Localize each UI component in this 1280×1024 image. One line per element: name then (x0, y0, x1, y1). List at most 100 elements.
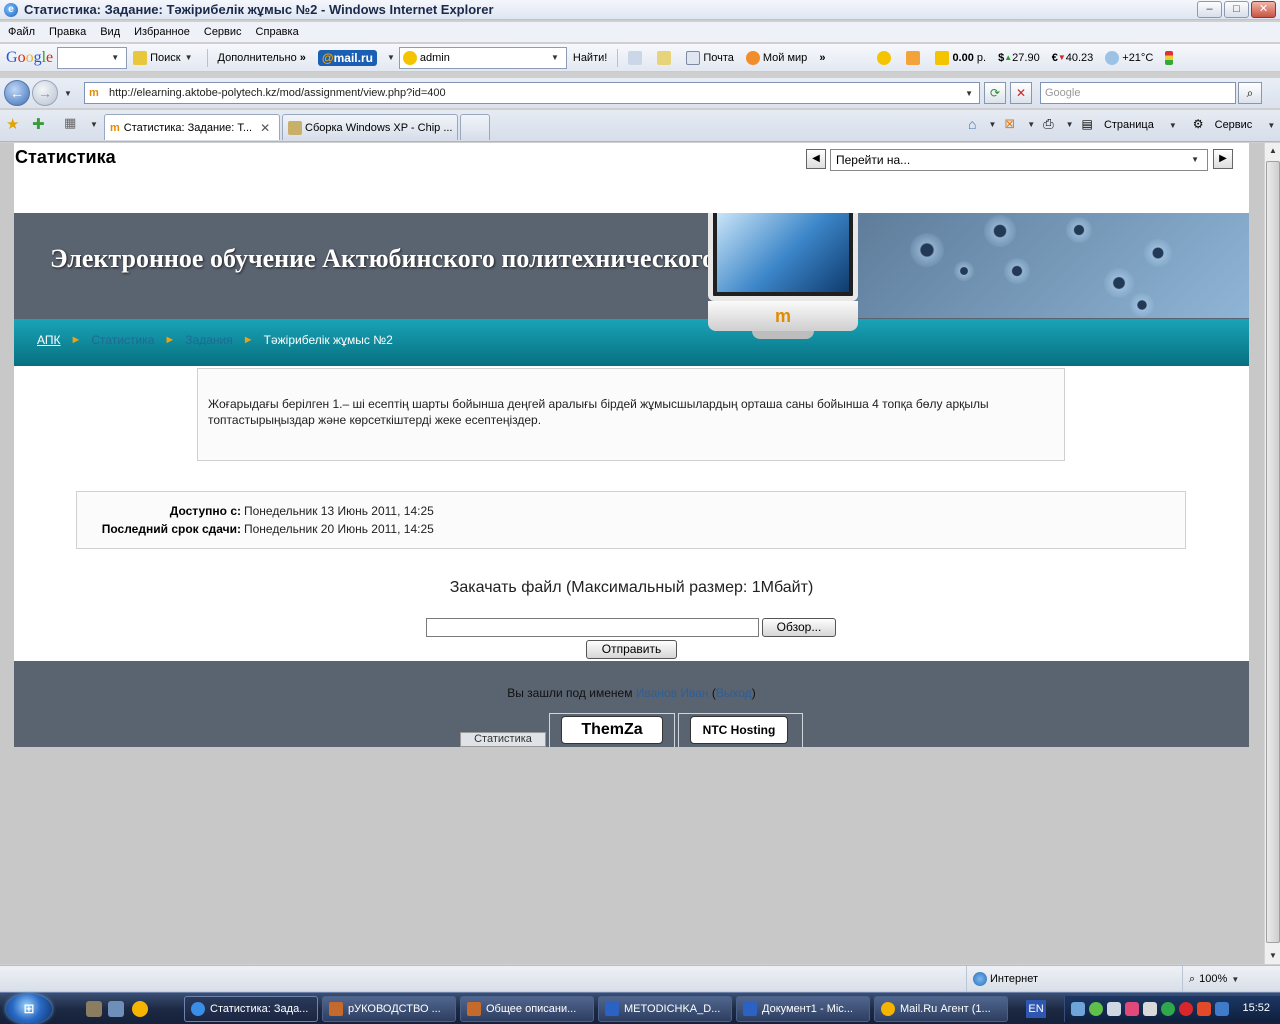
maximize-button[interactable]: □ (1224, 1, 1249, 18)
menu-view[interactable]: Вид (100, 26, 120, 38)
zoom-icon: ⌕ (1189, 972, 1196, 985)
tab-list-dropdown-icon[interactable]: ▼ (90, 120, 98, 129)
search-go-button[interactable]: ⌕ (1238, 82, 1262, 104)
mail-agent-quicklaunch-icon[interactable] (132, 1001, 148, 1017)
display-icon[interactable] (1215, 1002, 1229, 1016)
taskbar-item-word-guide[interactable]: рУКОВОДСТВО ... (322, 996, 456, 1022)
chat-icon[interactable] (1089, 1002, 1103, 1016)
jump-prev-button[interactable]: ◀ (806, 149, 826, 169)
feeds-icon[interactable]: ⊠ (1004, 116, 1015, 132)
home-icon[interactable]: ⌂ (968, 116, 976, 132)
close-window-button[interactable]: ✕ (1251, 1, 1276, 18)
language-indicator[interactable]: EN (1026, 1000, 1046, 1018)
icq-icon[interactable] (1161, 1002, 1175, 1016)
find-button[interactable]: Найти! (573, 52, 607, 64)
user-profile-link[interactable]: Иванов Иван (636, 686, 709, 700)
taskbar-item-ie[interactable]: Статистика: Зада... (184, 996, 318, 1022)
zoom-control[interactable]: ⌕ 100% ▼ (1182, 966, 1264, 992)
browse-button[interactable]: Обзор... (762, 618, 836, 637)
jump-to-select[interactable]: Перейти на... ▼ (830, 149, 1208, 171)
breadcrumb-home-link[interactable]: АПК (37, 333, 60, 347)
security-zone[interactable]: Интернет (966, 966, 1182, 992)
font-size-button[interactable] (628, 50, 645, 65)
toolbar-overflow-button[interactable]: » (819, 52, 825, 64)
ntc-hosting-badge[interactable]: NTC Hosting (678, 713, 803, 747)
taskbar-item-overview[interactable]: Общее описани... (460, 996, 594, 1022)
new-tab-button[interactable] (460, 114, 490, 140)
live-search-input[interactable]: Google (1040, 82, 1236, 104)
vertical-scrollbar[interactable]: ▲ ▼ (1264, 143, 1280, 964)
show-desktop-icon[interactable] (86, 1001, 102, 1017)
history-dropdown-icon[interactable]: ▼ (64, 89, 72, 98)
balance-widget[interactable]: 0.00 р. (935, 50, 986, 65)
add-favorites-icon[interactable]: ✚ (32, 115, 45, 133)
toolbar-more-button[interactable]: Дополнительно » (218, 52, 306, 64)
music-button[interactable] (906, 50, 923, 65)
breadcrumb-assignments-link[interactable]: Задания (185, 333, 232, 347)
jump-next-button[interactable]: ▶ (1213, 149, 1233, 169)
menu-favorites[interactable]: Избранное (134, 26, 190, 38)
mymir-button[interactable]: Мой мир (745, 50, 807, 65)
submit-button[interactable]: Отправить (586, 640, 677, 659)
app-tray-icon[interactable] (1125, 1002, 1139, 1016)
close-tab-icon[interactable]: ✕ (260, 121, 270, 135)
mailru-search-input[interactable]: admin ▼ (398, 46, 567, 69)
chevron-down-icon[interactable]: ▼ (988, 120, 996, 129)
traffic-button[interactable] (1165, 50, 1176, 65)
agent-button[interactable] (877, 50, 894, 65)
scrollbar-thumb[interactable] (1266, 161, 1280, 943)
address-url[interactable]: http://elearning.aktobe-polytech.kz/mod/… (109, 87, 446, 99)
page-menu-button[interactable]: ▤ Страница ▼ (1082, 117, 1185, 131)
highlight-button[interactable] (657, 50, 674, 65)
taskbar-item-label: Общее описани... (486, 1003, 577, 1015)
tools-menu-button[interactable]: ⚙ Сервис ▼ (1193, 117, 1280, 131)
file-path-input[interactable] (426, 618, 759, 637)
chevron-down-icon[interactable]: ▼ (1066, 120, 1074, 129)
themza-badge[interactable]: ThemZa (549, 713, 675, 747)
mailru-logo[interactable]: @mail.ru (317, 49, 377, 66)
chevron-down-icon[interactable]: ▼ (387, 53, 395, 62)
forward-button[interactable]: → (32, 80, 58, 106)
menu-edit[interactable]: Правка (49, 26, 86, 38)
tab-windows-xp[interactable]: Сборка Windows XP - Chip ... (282, 114, 458, 140)
stop-button[interactable]: ✕ (1010, 82, 1032, 104)
print-icon[interactable]: ⎙ (1043, 116, 1053, 132)
address-bar[interactable]: m http://elearning.aktobe-polytech.kz/mo… (84, 82, 980, 104)
network-icon[interactable] (1071, 1002, 1085, 1016)
mail-button[interactable]: Почта (686, 50, 734, 65)
page-favicon-icon (288, 120, 302, 135)
toolbar-search-button[interactable]: Поиск ▼ (133, 50, 196, 65)
device-icon[interactable] (1107, 1002, 1121, 1016)
menu-tools[interactable]: Сервис (204, 26, 242, 38)
antivirus-icon[interactable] (1179, 1002, 1193, 1016)
volume-icon[interactable] (1143, 1002, 1157, 1016)
google-toolbar-search-input[interactable]: ▼ (57, 46, 128, 69)
usd-rate[interactable]: $ ▲ 27.90 (998, 52, 1040, 64)
taskbar-item-metodichka[interactable]: METODICHKA_D... (598, 996, 732, 1022)
menu-file[interactable]: Файл (8, 26, 35, 38)
refresh-button[interactable]: ⟳ (984, 82, 1006, 104)
tab-statistics[interactable]: m Статистика: Задание: Т... ✕ (104, 114, 280, 140)
breadcrumb-course-link[interactable]: Статистика (91, 333, 154, 347)
favorites-star-icon[interactable]: ★ (6, 115, 19, 133)
safely-remove-icon[interactable] (1197, 1002, 1211, 1016)
back-button[interactable]: ← (4, 80, 30, 106)
logout-link[interactable]: Выход (716, 686, 752, 700)
weather-widget[interactable]: +21°C (1105, 50, 1153, 65)
chevron-down-icon[interactable]: ▼ (965, 89, 973, 98)
course-home-tab[interactable]: Статистика (460, 732, 546, 747)
taskbar-item-label: Статистика: Зада... (210, 1003, 309, 1015)
start-button[interactable]: ⊞ (6, 994, 52, 1024)
minimize-button[interactable]: – (1197, 1, 1222, 18)
quick-tabs-icon[interactable]: ▦ (64, 115, 76, 131)
taskbar-item-document1[interactable]: Документ1 - Mic... (736, 996, 870, 1022)
eur-rate[interactable]: € ▼ 40.23 (1052, 52, 1094, 64)
switch-windows-icon[interactable] (108, 1001, 124, 1017)
taskbar-item-mailru-agent[interactable]: Mail.Ru Агент (1... (874, 996, 1008, 1022)
scroll-up-icon[interactable]: ▲ (1265, 143, 1280, 159)
chevron-down-icon[interactable]: ▼ (1027, 120, 1035, 129)
scroll-down-icon[interactable]: ▼ (1265, 948, 1280, 964)
menu-help[interactable]: Справка (256, 26, 299, 38)
taskbar-item-label: METODICHKA_D... (624, 1003, 721, 1015)
chevron-down-icon: ▼ (184, 53, 193, 62)
